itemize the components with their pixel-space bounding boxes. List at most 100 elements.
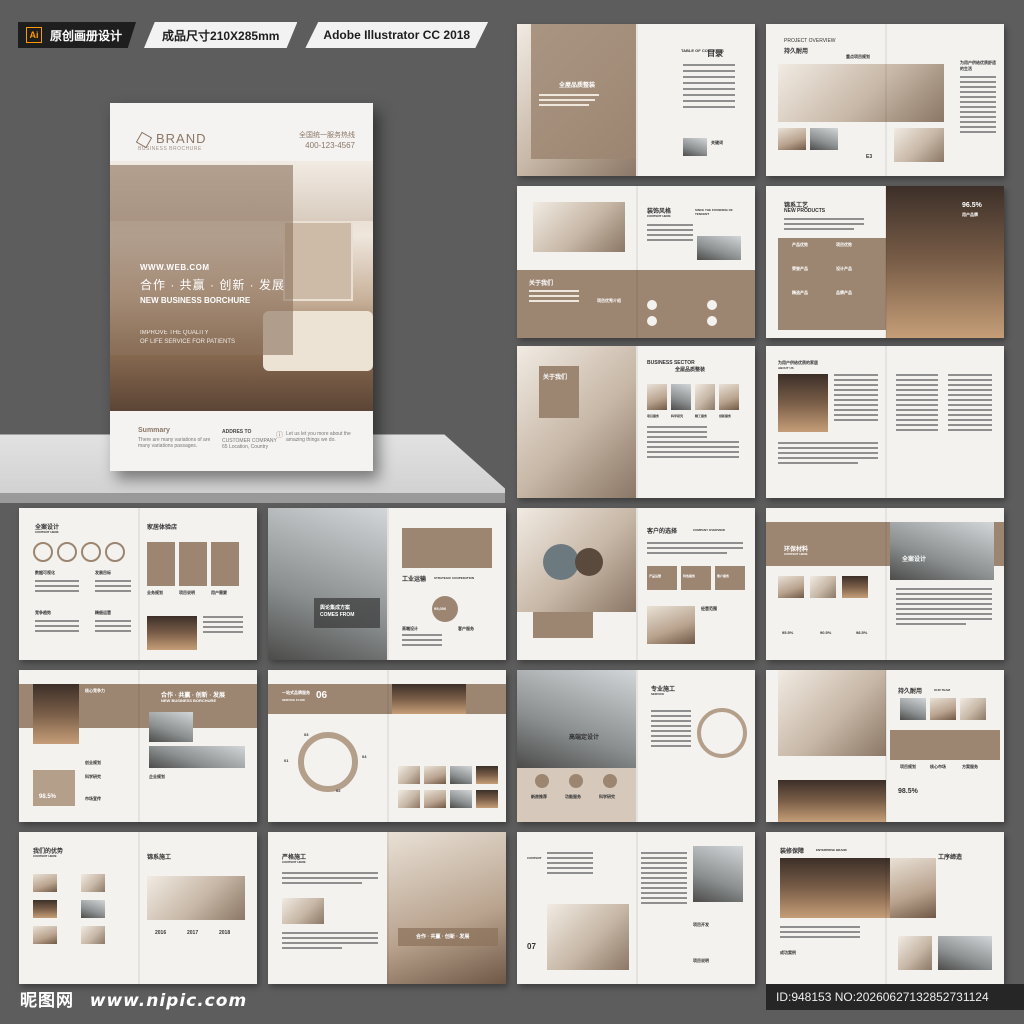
spread-11-heading: 核心竞争力 [85, 688, 105, 693]
spread-7-card-2 [179, 542, 207, 586]
cover-address: ADDRES TO CUSTOMER COMPANY 65 Location, C… [222, 429, 282, 450]
spread-15-year-2: 2017 [187, 930, 199, 936]
spread-7-col-1: 业务规划 [147, 590, 163, 595]
cover-footer: Summary There are many variations of are … [110, 421, 373, 471]
spread-18-bottom-label: 成功案例 [780, 950, 796, 955]
spread-2-photo [778, 64, 944, 122]
spread-3-text [647, 224, 693, 241]
spread-7-item-4: 精细运营 [95, 610, 111, 615]
spread-3-icon-2 [647, 316, 657, 326]
spread-8-panel [402, 528, 492, 568]
spread-15-photo [147, 876, 245, 920]
spread-2-sub: 重点项目规划 [846, 54, 870, 59]
spread-15-thumb-4 [81, 900, 105, 918]
spread-17: 07 CONTENT 项目开发 项目说明 [517, 832, 755, 984]
cover-brand-sub: BUSINESS BROCHURE [138, 146, 202, 152]
spread-12-heading: 一站式品牌服务 [282, 690, 310, 695]
cover-tagline: IMPROVE THE QUALITY OF LIFE SERVICE FOR … [140, 329, 293, 347]
spread-7-icon-2 [57, 542, 77, 562]
illustrator-icon: Ai [26, 27, 42, 43]
spread-2-thumb-2 [810, 128, 838, 150]
spread-4-item-5: 精选产品 [792, 290, 808, 295]
spread-8-item-2: 客户服务 [458, 626, 474, 631]
spread-5-text [647, 426, 739, 458]
image-id-bar: ID:948153 NO:20260627132852731124 [766, 984, 1024, 1010]
spread-15-heading-sub: CONTENT HERE [33, 854, 57, 858]
spread-17-num: 07 [527, 942, 536, 951]
cover-brand-name: BRAND [156, 131, 207, 146]
site-name: 昵图网 [20, 991, 74, 1010]
spread-5-item-2: 科学研究 [671, 414, 684, 418]
spread-16-text-1 [282, 872, 378, 884]
spread-10-stat-1: 95.5% [782, 630, 794, 635]
spread-8-photo [268, 508, 387, 660]
spread-17-side: CONTENT [527, 856, 542, 860]
spread-7-card-3 [211, 542, 239, 586]
spread-9-decor-2 [575, 548, 603, 576]
spread-3-photo [533, 202, 625, 252]
spread-18-photo-2 [890, 858, 936, 918]
spread-6-text-3 [896, 374, 938, 431]
spread-3-heading-sub: CONTENT HERE [647, 214, 671, 218]
spread-17-text-1 [547, 852, 593, 874]
spread-14-photo-2 [778, 780, 886, 822]
spread-13-item-1: 新房推荐 [531, 794, 547, 799]
spread-12-step-2: 02 [336, 788, 341, 793]
cover-hotline-number: 400-123-4567 [305, 141, 355, 150]
spread-13-icon-1 [535, 774, 549, 788]
spread-9: 客户的选择 COMPANY OVERVIEW 产品运营 特色服务 客户服务 经营… [517, 508, 755, 660]
spread-5: 关于我们 BUSINESS SECTOR 全屋品质整装 项目服务 科学研究 精工… [517, 346, 755, 498]
cover-address-title: ADDRES TO [222, 429, 252, 435]
spread-10: 环保材料 CONTENT HERE 全案设计 95.5% 90.5% 98.5% [766, 508, 1004, 660]
spread-8-right-title: 工业运输 [402, 577, 427, 583]
spread-7-right-title: 家居体验店 [147, 525, 178, 531]
banner-tag-design: Ai 原创画册设计 [18, 22, 137, 48]
spread-15-thumb-6 [81, 926, 105, 944]
spread-11-photo-2 [149, 712, 193, 742]
spread-11-right-sub: NEW BUSINESS BORCHURE [161, 698, 217, 703]
spread-8-item-1: 高端设计 [402, 626, 418, 631]
spread-8-overlay-cn: 舆论集成方案 [320, 605, 351, 611]
spread-14-photo [778, 670, 886, 756]
cover-address-text: CUSTOMER COMPANY 65 Location, Country [222, 438, 277, 450]
spread-16-heading-sub: CONTENT HERE [282, 860, 306, 864]
spread-11-photo [33, 684, 79, 744]
spread-7-text-3 [35, 620, 79, 632]
spread-10-text [896, 588, 992, 625]
spread-3-left-text [529, 290, 579, 302]
spread-13-item-3: 科学研究 [599, 794, 615, 799]
spread-12-step-1: 01 [284, 758, 289, 763]
spread-18-thumb-1 [898, 936, 932, 970]
spread-10-stat-3: 98.5% [856, 630, 868, 635]
spread-10-thumb-1 [778, 576, 804, 598]
spread-18-photo [780, 858, 890, 918]
spread-7-item-3: 竞争趋势 [35, 610, 51, 615]
spread-13-icon-3 [603, 774, 617, 788]
spread-5-thumb-1 [647, 384, 667, 410]
cover-tagline-1: IMPROVE THE QUALITY [140, 330, 209, 336]
spread-6-photo [778, 374, 828, 432]
spread-12-num: 06 [316, 690, 328, 701]
spread-13-item-2: 功能服务 [565, 794, 581, 799]
spread-12-thumb-8 [476, 790, 498, 808]
spread-7-col-3: 用户需要 [211, 590, 227, 595]
spread-7-text-1 [35, 580, 79, 592]
spread-4-percent: 96.5% [962, 202, 982, 209]
spread-14-percent: 98.5% [898, 788, 918, 795]
spread-11-item-2: 科学研究 [85, 774, 101, 779]
spread-12-thumb-6 [424, 790, 446, 808]
spread-17-photo [547, 904, 629, 970]
cover-slogan-en: NEW BUSINESS BORCHURE [140, 296, 251, 305]
spread-14-item-1: 项目规划 [900, 764, 916, 769]
spread-4-heading-sub: NEW PRODUCTS [784, 208, 826, 214]
spread-7-photo [147, 616, 197, 650]
spread-6: 为用户供给优质的家居 ABOUT US [766, 346, 1004, 498]
cover-hotline: 全国统一服务热线 400-123-4567 [299, 131, 355, 151]
spread-10-stat-2: 90.5% [820, 630, 832, 635]
spread-8-overlay-en: COMES FROM [320, 612, 355, 618]
spread-3-photo-2 [697, 236, 741, 260]
spread-9-item-1: 产品运营 [649, 574, 662, 578]
spread-7-text-2 [95, 580, 131, 592]
spread-4: 锦系工艺 NEW PRODUCTS 96.5% 用户品牌 产品优势 项目优势 荣… [766, 186, 1004, 338]
top-banner: Ai 原创画册设计 成品尺寸210X285mm Adobe Illustrato… [18, 22, 489, 48]
